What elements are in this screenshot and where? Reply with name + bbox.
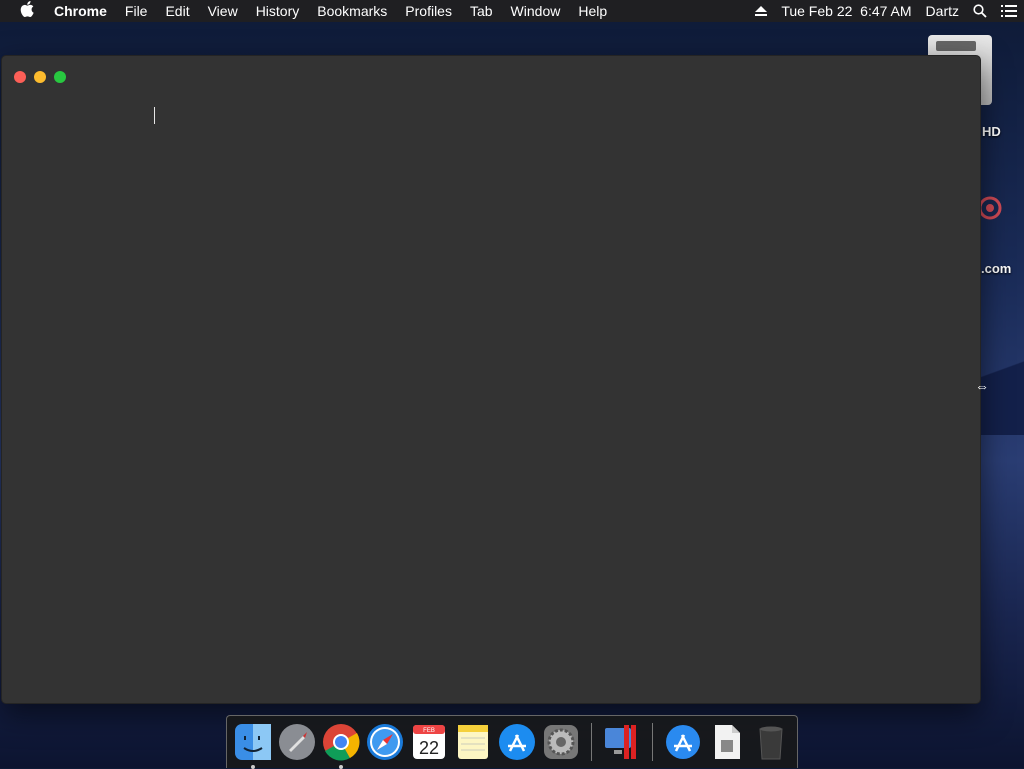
apple-logo-icon[interactable] — [0, 1, 54, 21]
menu-bookmarks[interactable]: Bookmarks — [308, 0, 396, 22]
menu-view[interactable]: View — [199, 0, 247, 22]
window-minimize-button[interactable] — [34, 71, 46, 83]
menu-window[interactable]: Window — [502, 0, 570, 22]
dock-app-store-installer-icon[interactable] — [663, 722, 703, 762]
menu-app-name[interactable]: Chrome — [54, 0, 116, 22]
dock-divider — [652, 723, 653, 761]
menu-history[interactable]: History — [247, 0, 309, 22]
svg-text:22: 22 — [419, 738, 439, 758]
text-cursor — [154, 107, 155, 124]
dock-system-preferences-icon[interactable] — [541, 722, 581, 762]
dock-finder-icon[interactable] — [233, 722, 273, 769]
window-zoom-button[interactable] — [54, 71, 66, 83]
menu-bar: Chrome File Edit View History Bookmarks … — [0, 0, 1024, 22]
svg-text:FEB: FEB — [423, 728, 435, 734]
dock-launchpad-icon[interactable] — [277, 722, 317, 762]
chrome-window[interactable] — [1, 55, 981, 704]
hard-drive-label[interactable]: HD — [982, 124, 1001, 139]
dock-divider — [591, 723, 592, 761]
menu-help[interactable]: Help — [569, 0, 616, 22]
eject-icon[interactable] — [755, 6, 768, 16]
window-close-button[interactable] — [14, 71, 26, 83]
search-icon[interactable] — [973, 4, 987, 18]
menu-edit[interactable]: Edit — [156, 0, 198, 22]
website-label[interactable]: .com — [981, 261, 1011, 276]
dock-app-store-icon[interactable] — [497, 722, 537, 762]
list-icon[interactable] — [1001, 5, 1017, 17]
dock-safari-icon[interactable] — [365, 722, 405, 762]
dock-notes-icon[interactable] — [453, 722, 493, 762]
running-indicator — [339, 765, 343, 769]
menubar-datetime[interactable]: Tue Feb 22 6:47 AM — [781, 3, 911, 19]
dock-document-icon[interactable] — [707, 722, 747, 762]
menu-file[interactable]: File — [116, 0, 157, 22]
menu-tab[interactable]: Tab — [461, 0, 502, 22]
dock-chrome-icon[interactable] — [321, 722, 361, 769]
menu-profiles[interactable]: Profiles — [396, 0, 461, 22]
website-icon[interactable] — [978, 178, 1018, 238]
dock-parallels-icon[interactable] — [602, 722, 642, 762]
menubar-user[interactable]: Dartz — [926, 3, 959, 19]
running-indicator — [251, 765, 255, 769]
dock: FEB 22 — [226, 715, 798, 769]
dock-trash-icon[interactable] — [751, 722, 791, 762]
dock-calendar-icon[interactable]: FEB 22 — [409, 722, 449, 762]
resize-cursor-icon: ⇔ — [975, 378, 989, 394]
